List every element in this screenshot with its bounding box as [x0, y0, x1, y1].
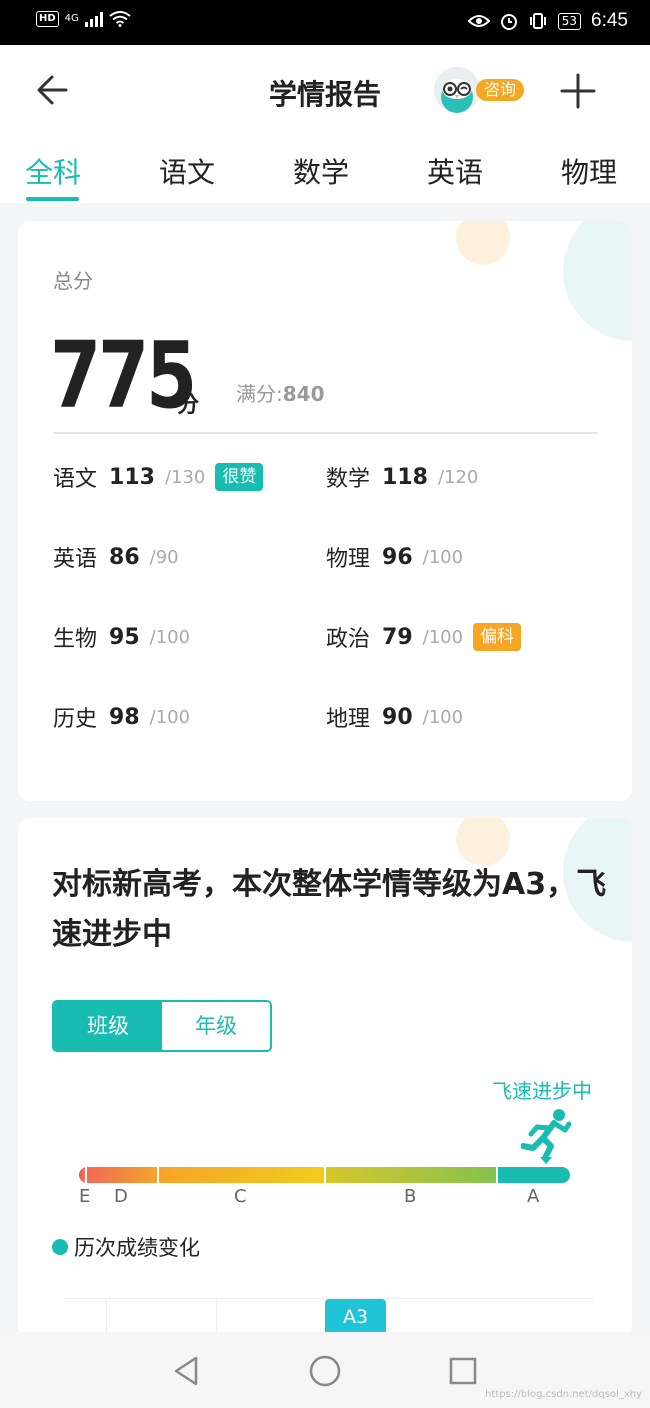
imbalance-badge: 偏科: [473, 623, 522, 651]
decor-circle-teal: [563, 221, 632, 341]
app-header: 学情报告 咨询: [0, 45, 650, 137]
subject-full: /100: [149, 706, 191, 728]
subject-score-geography: 地理 90 /100: [326, 701, 463, 733]
full-score: 满分:840: [236, 378, 325, 407]
excellent-badge: 很赞: [215, 463, 264, 491]
subject-name: 政治: [326, 627, 371, 652]
nav-home-icon[interactable]: [308, 1354, 342, 1388]
subject-full: /100: [149, 626, 191, 648]
hd-indicator: HD: [36, 11, 59, 27]
decor-circle-orange: [456, 818, 510, 866]
grade-segment-d: [87, 1167, 157, 1183]
progress-status-label: 飞速进步中: [492, 1079, 592, 1103]
subject-full: /100: [422, 546, 464, 568]
subject-score-physics: 物理 96 /100: [326, 541, 463, 573]
nav-back-icon[interactable]: [170, 1354, 204, 1388]
signal-icon: [84, 11, 103, 27]
watermark: https://blog.csdn.net/dqsol_xhy: [485, 1389, 642, 1400]
status-right: 53 6:45: [467, 10, 628, 32]
grade-letter-c: C: [234, 1186, 247, 1207]
subject-score-chinese: 语文 113 /130 很赞: [53, 461, 264, 493]
grade-segment-b: [326, 1167, 496, 1183]
network-type: 4G: [64, 13, 79, 24]
history-legend: 历次成绩变化: [52, 1232, 200, 1262]
class-toggle-button[interactable]: 班级: [54, 1002, 162, 1050]
scope-toggle: 班级 年级: [52, 1000, 272, 1052]
page-title: 学情报告: [268, 78, 381, 111]
subject-name: 生物: [53, 627, 98, 652]
owl-avatar-icon: [434, 67, 480, 113]
tab-chinese[interactable]: 语文: [159, 151, 215, 191]
subject-full: /100: [422, 706, 464, 728]
vibrate-icon: [529, 13, 546, 29]
system-nav-bar: https://blog.csdn.net/dqsol_xhy: [0, 1332, 650, 1408]
tab-all[interactable]: 全科: [25, 151, 81, 191]
score-card: 总分 775 分 满分:840 语文 113 /130 很赞 数学 118 /1…: [18, 221, 632, 801]
current-level-marker: [540, 1157, 552, 1164]
current-level-badge: A3: [325, 1299, 386, 1335]
grade-letter-a: A: [527, 1186, 540, 1207]
total-score-unit: 分: [177, 393, 200, 418]
active-tab-indicator: [26, 197, 79, 201]
grade-toggle-button[interactable]: 年级: [162, 1002, 270, 1050]
status-time: 6:45: [591, 10, 628, 31]
level-heading: 对标新高考，本次整体学情等级为A3，飞速进步中: [52, 867, 607, 952]
grade-letter-b: B: [404, 1186, 417, 1207]
subject-tabs: 全科 语文 数学 英语 物理: [0, 137, 650, 203]
status-left: HD 4G: [36, 11, 131, 27]
grade-segment-c: [159, 1167, 324, 1183]
legend-dot: [52, 1239, 68, 1255]
subject-score: 96: [382, 544, 413, 570]
subject-score-english: 英语 86 /90: [53, 541, 179, 573]
subject-score-biology: 生物 95 /100: [53, 621, 190, 653]
subject-name: 地理: [326, 707, 371, 732]
total-score-label: 总分: [53, 269, 93, 293]
level-card: 对标新高考，本次整体学情等级为A3，飞速进步中 班级 年级 飞速进步中 E D …: [18, 818, 632, 1338]
grade-segment-a: [498, 1167, 570, 1183]
tab-english[interactable]: 英语: [427, 151, 483, 191]
wifi-icon: [109, 11, 131, 27]
running-man-icon: [521, 1109, 571, 1160]
nav-recents-icon[interactable]: [446, 1354, 480, 1388]
grade-scale-bar: [79, 1167, 570, 1183]
subject-full: /130: [164, 466, 206, 488]
grade-segment-e: [79, 1167, 85, 1183]
subject-name: 语文: [53, 467, 98, 492]
score-divider: [53, 432, 598, 434]
subject-score: 79: [382, 624, 413, 650]
consult-badge: 咨询: [476, 79, 525, 101]
subject-score: 113: [109, 464, 155, 490]
subject-name: 数学: [326, 467, 371, 492]
subject-score-history: 历史 98 /100: [53, 701, 190, 733]
decor-circle-orange: [456, 221, 510, 265]
subject-score: 90: [382, 704, 413, 730]
subject-name: 英语: [53, 547, 98, 572]
plus-icon[interactable]: [558, 71, 598, 111]
subject-full: /120: [437, 466, 479, 488]
battery-icon: 53: [557, 12, 582, 30]
total-score-value: 775: [50, 322, 197, 429]
consult-button[interactable]: 咨询: [434, 67, 530, 115]
subject-full: /90: [149, 546, 179, 568]
subject-score: 98: [109, 704, 140, 730]
tab-math[interactable]: 数学: [293, 151, 349, 191]
tab-physics[interactable]: 物理: [561, 151, 617, 191]
grade-letter-e: E: [79, 1186, 91, 1207]
status-bar: HD 4G 53 6:45: [0, 0, 650, 45]
subject-score: 118: [382, 464, 428, 490]
full-score-value: 840: [282, 382, 325, 406]
subject-score: 95: [109, 624, 140, 650]
legend-label: 历次成绩变化: [74, 1236, 200, 1260]
subject-score: 86: [109, 544, 140, 570]
subject-score-math: 数学 118 /120: [326, 461, 478, 493]
subject-score-politics: 政治 79 /100 偏科: [326, 621, 522, 653]
grade-letter-d: D: [114, 1186, 128, 1207]
subject-name: 物理: [326, 547, 371, 572]
full-score-label: 满分:: [236, 382, 283, 406]
alarm-icon: [500, 14, 517, 30]
eye-icon: [467, 15, 490, 27]
subject-full: /100: [422, 626, 464, 648]
subject-name: 历史: [53, 707, 98, 732]
